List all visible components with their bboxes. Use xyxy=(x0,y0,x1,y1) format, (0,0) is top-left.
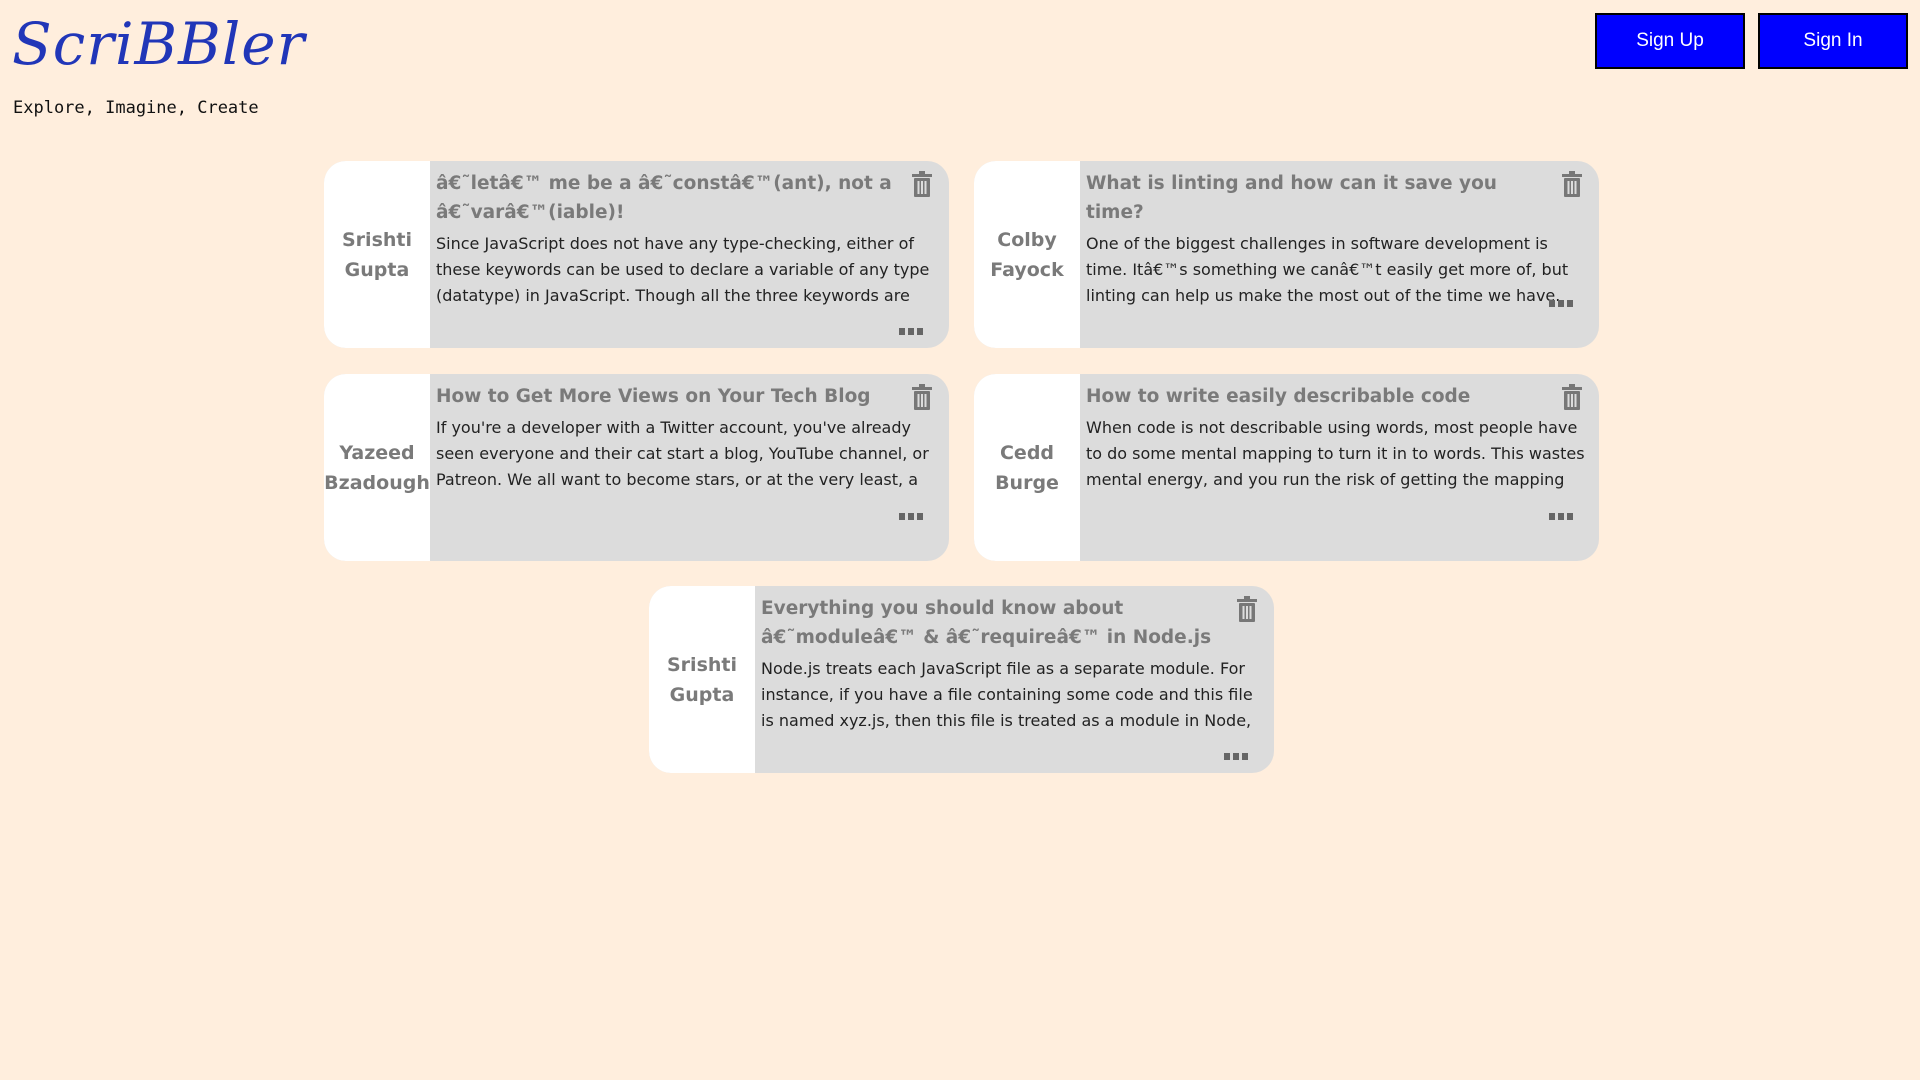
sign-up-button[interactable]: Sign Up xyxy=(1595,13,1745,69)
post-body: How to write easily describable code Whe… xyxy=(1080,374,1599,561)
post-author: Srishti Gupta xyxy=(649,586,755,773)
post-author: Cedd Burge xyxy=(974,374,1080,561)
more-options-icon[interactable] xyxy=(1549,513,1573,521)
post-author: Colby Fayock xyxy=(974,161,1080,348)
post-body: â€˜letâ€™ me be a â€˜constâ€™(ant), not … xyxy=(430,161,949,348)
site-logo[interactable]: ScriBBler xyxy=(12,8,305,80)
post-card[interactable]: Yazeed Bzadough How to Get More Views on… xyxy=(324,374,949,561)
post-excerpt: Since JavaScript does not have any type-… xyxy=(436,234,930,305)
trash-icon[interactable] xyxy=(1236,596,1258,622)
post-body: How to Get More Views on Your Tech Blog … xyxy=(430,374,949,561)
more-options-icon[interactable] xyxy=(899,513,923,521)
post-author: Yazeed Bzadough xyxy=(324,374,430,561)
post-excerpt: If you're a developer with a Twitter acc… xyxy=(436,418,929,489)
post-card[interactable]: Srishti Gupta Everything you should know… xyxy=(649,586,1274,773)
trash-icon[interactable] xyxy=(1561,171,1583,197)
site-tagline: Explore, Imagine, Create xyxy=(13,98,259,118)
post-excerpt: When code is not describable using words… xyxy=(1086,418,1585,489)
sign-in-button[interactable]: Sign In xyxy=(1758,13,1908,69)
post-excerpt: One of the biggest challenges in softwar… xyxy=(1086,234,1569,305)
more-options-icon[interactable] xyxy=(899,328,923,336)
post-card[interactable]: Colby Fayock What is linting and how can… xyxy=(974,161,1599,348)
post-excerpt: Node.js treats each JavaScript file as a… xyxy=(761,659,1253,730)
post-title[interactable]: â€˜letâ€™ me be a â€˜constâ€™(ant), not … xyxy=(436,169,909,227)
trash-icon[interactable] xyxy=(1561,384,1583,410)
post-title[interactable]: Everything you should know about â€˜modu… xyxy=(761,594,1234,652)
post-body: What is linting and how can it save you … xyxy=(1080,161,1599,348)
post-body: Everything you should know about â€˜modu… xyxy=(755,586,1274,773)
post-card[interactable]: Srishti Gupta â€˜letâ€™ me be a â€˜const… xyxy=(324,161,949,348)
trash-icon[interactable] xyxy=(911,171,933,197)
post-title[interactable]: What is linting and how can it save you … xyxy=(1086,169,1559,227)
more-options-icon[interactable] xyxy=(1224,753,1248,761)
page-header: ScriBBler Explore, Imagine, Create Sign … xyxy=(0,0,1920,130)
post-title[interactable]: How to write easily describable code xyxy=(1086,382,1559,411)
post-title[interactable]: How to Get More Views on Your Tech Blog xyxy=(436,382,909,411)
trash-icon[interactable] xyxy=(911,384,933,410)
post-card[interactable]: Cedd Burge How to write easily describab… xyxy=(974,374,1599,561)
post-author: Srishti Gupta xyxy=(324,161,430,348)
more-options-icon[interactable] xyxy=(1549,300,1573,308)
